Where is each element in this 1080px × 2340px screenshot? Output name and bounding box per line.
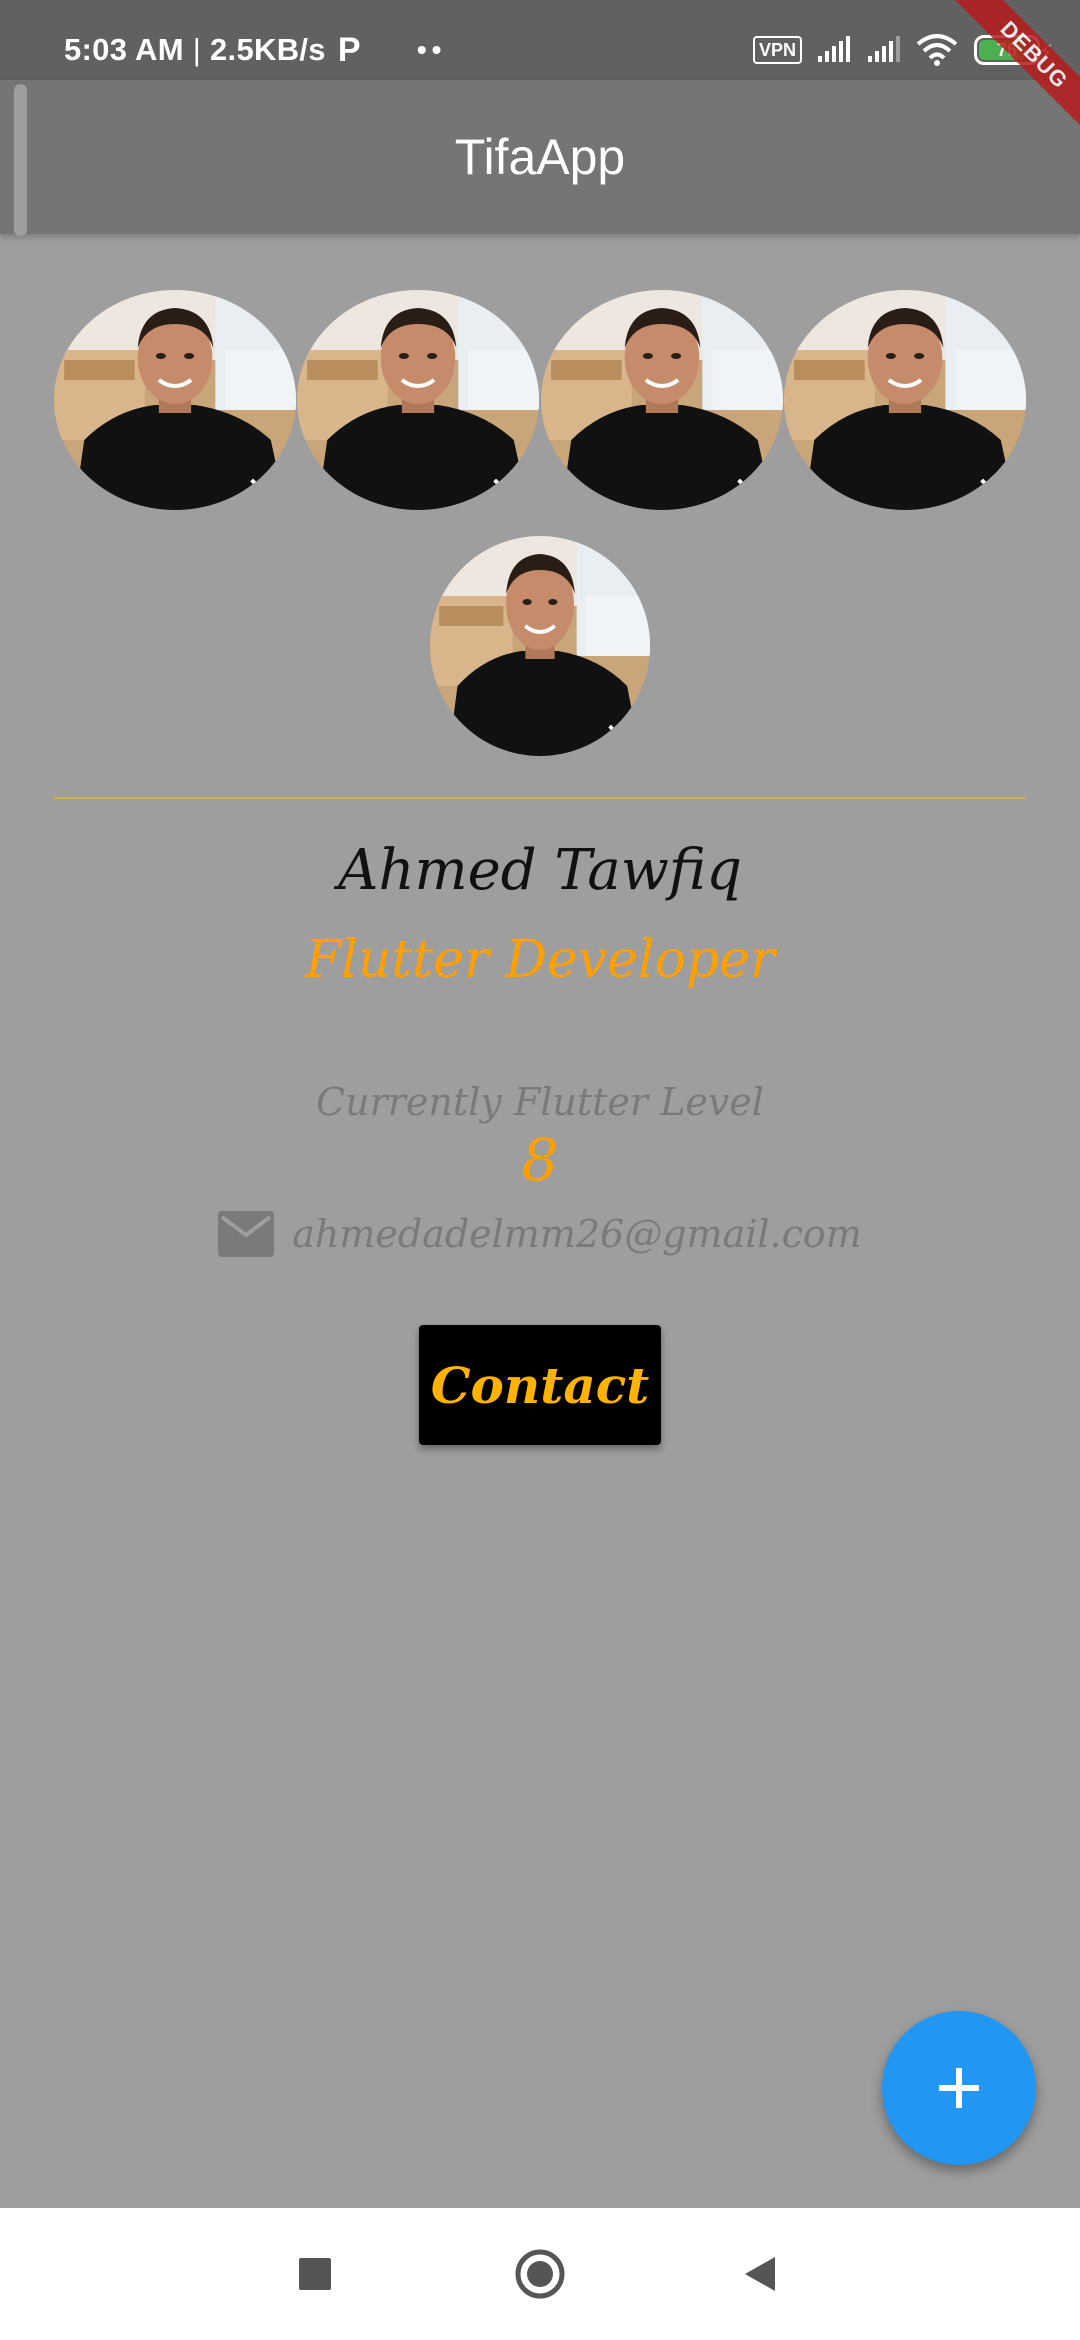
network-speed: 2.5KB/s (210, 32, 326, 67)
profile-role: Flutter Developer (305, 930, 775, 990)
vpn-badge: VPN (752, 36, 802, 64)
app-bar: TifaApp (0, 80, 1080, 234)
profile-name: Ahmed Tawfiq (338, 838, 742, 903)
recent-apps-icon (299, 2258, 331, 2290)
avatar-photo (297, 290, 539, 510)
home-icon (515, 2249, 565, 2299)
avatar-photo (430, 536, 650, 756)
status-separator: | (183, 32, 211, 67)
home-button[interactable] (480, 2208, 600, 2340)
signal-icon (818, 36, 850, 62)
level-label: Currently Flutter Level (316, 1080, 764, 1124)
avatar-center (430, 536, 650, 756)
avatar-photo (784, 290, 1026, 510)
avatar (784, 290, 1026, 510)
add-fab-button[interactable] (882, 2011, 1036, 2165)
avatar (541, 290, 783, 510)
mail-icon (218, 1211, 275, 1257)
level-value: 8 (521, 1126, 559, 1194)
more-notifications-icon: •• (416, 34, 447, 65)
p-app-icon: P (337, 30, 361, 69)
back-icon (745, 2257, 775, 2291)
avatar (54, 290, 296, 510)
recent-apps-button[interactable] (255, 2208, 375, 2340)
scroll-handle[interactable] (14, 84, 27, 236)
back-button[interactable] (700, 2208, 820, 2340)
avatar-row (54, 290, 1026, 510)
navigation-bar (0, 2208, 1080, 2340)
email-row: ahmedadelmm26@gmail.com (0, 1204, 1080, 1264)
status-time: 5:03 AM (64, 32, 184, 67)
status-bar: 5:03 AM | 2.5KB/s P •• VPN 76 (0, 0, 1080, 80)
contact-label: Contact (430, 1355, 650, 1415)
divider (54, 797, 1026, 799)
email-text: ahmedadelmm26@gmail.com (292, 1212, 862, 1256)
signal-icon (868, 36, 900, 62)
avatar-photo (54, 290, 296, 510)
app-title: TifaApp (454, 129, 626, 185)
wifi-icon (916, 34, 958, 66)
avatar-photo (541, 290, 783, 510)
contact-button[interactable]: Contact (419, 1325, 661, 1445)
avatar (297, 290, 539, 510)
plus-icon (939, 2068, 979, 2108)
